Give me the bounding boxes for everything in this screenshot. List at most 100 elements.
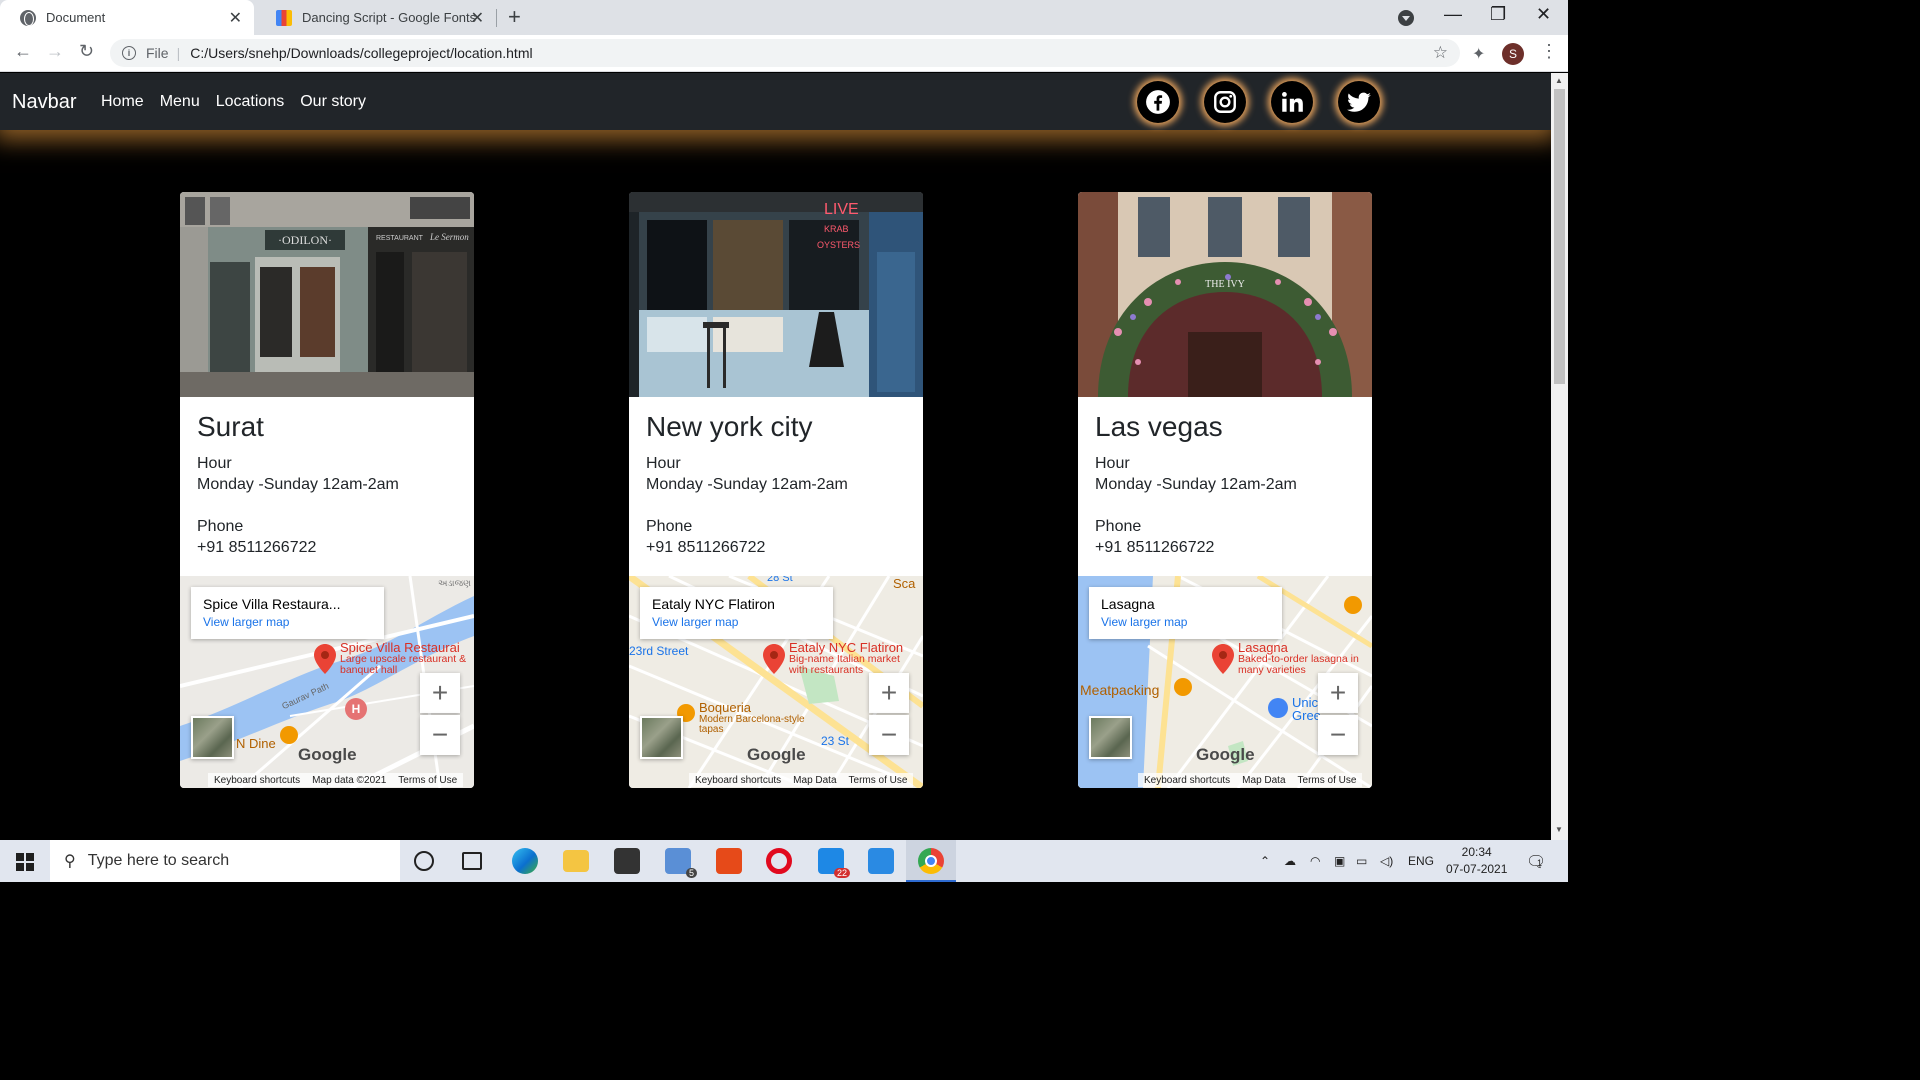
map-pin-description: Baked-to-order lasagna in many varieties	[1238, 653, 1359, 676]
tab-separator	[496, 9, 497, 27]
terms-of-use-link[interactable]: Terms of Use	[849, 775, 908, 786]
nav-link-home[interactable]: Home	[101, 93, 144, 111]
subway-station-label: 23 St	[821, 734, 850, 748]
satellite-toggle-button[interactable]	[191, 716, 234, 759]
svg-text:LIVE: LIVE	[824, 201, 859, 218]
instagram-icon[interactable]	[1204, 81, 1246, 123]
forward-arrow-icon[interactable]: →	[46, 41, 64, 62]
scroll-up-arrow-icon[interactable]: ▲	[1555, 76, 1563, 85]
mail-icon[interactable]: 5	[665, 848, 697, 878]
task-view-icon[interactable]	[462, 852, 482, 870]
site-navbar: Navbar Home Menu Locations Our story	[0, 73, 1551, 130]
volume-icon[interactable]: ◁)	[1380, 854, 1393, 868]
tab-google-fonts[interactable]: Dancing Script - Google Fonts ✕	[256, 0, 496, 35]
nav-link-locations[interactable]: Locations	[216, 93, 285, 111]
url-text[interactable]: C:/Users/snehp/Downloads/collegeproject/…	[190, 45, 532, 61]
address-bar[interactable]: i File | C:/Users/snehp/Downloads/colleg…	[110, 39, 1460, 67]
map-pin-icon[interactable]	[314, 644, 336, 674]
new-tab-button[interactable]: +	[508, 4, 521, 30]
chrome-taskbar-button[interactable]	[906, 840, 956, 882]
satellite-toggle-button[interactable]	[1089, 716, 1132, 759]
zoom-in-button[interactable]: +	[420, 673, 460, 713]
notifications-icon[interactable]: 🗨 1	[1526, 852, 1546, 872]
linkedin-icon[interactable]	[1271, 81, 1313, 123]
map-place-label: Sca	[893, 576, 916, 591]
keyboard-shortcuts-link[interactable]: Keyboard shortcuts	[695, 775, 781, 786]
facebook-icon[interactable]	[1137, 81, 1179, 123]
map-attribution: Keyboard shortcuts Map data ©2021 Terms …	[208, 773, 464, 787]
view-larger-map-link[interactable]: View larger map	[652, 615, 833, 629]
restaurant-map-icon	[1174, 678, 1192, 696]
app-icon[interactable]: 22	[818, 848, 850, 878]
browser-menu-icon[interactable]: ⋮	[1540, 41, 1558, 62]
restore-button[interactable]: ❐	[1490, 4, 1506, 25]
zoom-out-button[interactable]: −	[1318, 715, 1358, 755]
embedded-map[interactable]: Spice Villa Restaura... View larger map …	[180, 576, 474, 788]
profile-avatar[interactable]: S	[1502, 43, 1524, 65]
file-explorer-icon[interactable]	[563, 850, 589, 872]
terms-of-use-link[interactable]: Terms of Use	[398, 775, 457, 786]
map-data-text[interactable]: Map Data	[1242, 775, 1285, 786]
vscode-icon[interactable]	[868, 848, 894, 874]
view-larger-map-link[interactable]: View larger map	[1101, 615, 1282, 629]
keyboard-shortcuts-link[interactable]: Keyboard shortcuts	[1144, 775, 1230, 786]
taskbar-search-box[interactable]: ⚲ Type here to search	[50, 840, 400, 882]
map-place-label-line: Gree	[1292, 708, 1321, 723]
device-icon[interactable]: ▣	[1334, 854, 1345, 868]
mail-badge: 5	[685, 868, 697, 878]
map-pin-label: Spice Villa Restaurai Large upscale rest…	[340, 641, 470, 675]
opera-icon[interactable]	[766, 848, 792, 874]
location-card-new-york-city: LIVE KRAB OYSTERS New york city Hour Mon…	[629, 192, 923, 788]
phone-label: Phone	[197, 518, 244, 535]
cortana-icon[interactable]	[414, 851, 434, 871]
navbar-brand[interactable]: Navbar	[12, 91, 76, 114]
embedded-map[interactable]: Lasagna View larger map Lasagna Baked-to…	[1078, 576, 1372, 788]
info-icon[interactable]: i	[122, 46, 136, 60]
zoom-in-button[interactable]: +	[869, 673, 909, 713]
minimize-button[interactable]: —	[1444, 4, 1462, 25]
keyboard-shortcuts-link[interactable]: Keyboard shortcuts	[214, 775, 300, 786]
map-place-label: Boqueria	[699, 700, 752, 715]
satellite-toggle-button[interactable]	[640, 716, 683, 759]
close-tab-icon[interactable]: ✕	[471, 8, 484, 28]
map-pin-label: Lasagna Baked-to-order lasagna in many v…	[1238, 641, 1363, 675]
close-window-button[interactable]: ✕	[1536, 4, 1551, 25]
map-data-text[interactable]: Map Data	[793, 775, 836, 786]
extensions-puzzle-icon[interactable]: ✦	[1472, 44, 1485, 64]
edge-browser-icon[interactable]	[512, 848, 538, 874]
zoom-out-button[interactable]: −	[420, 715, 460, 755]
nav-link-our-story[interactable]: Our story	[300, 93, 366, 111]
clock-time: 20:34	[1461, 845, 1492, 859]
store-icon[interactable]	[614, 848, 640, 874]
office-icon[interactable]	[716, 848, 742, 874]
phone-value: +91 8511266722	[646, 539, 766, 556]
onedrive-icon[interactable]: ☁	[1284, 854, 1296, 868]
scroll-down-arrow-icon[interactable]: ▼	[1555, 825, 1563, 834]
windows-start-icon[interactable]	[16, 853, 34, 871]
reload-icon[interactable]: ↻	[79, 41, 94, 62]
twitter-icon[interactable]	[1338, 81, 1380, 123]
page-scrollbar[interactable]: ▲ ▼	[1551, 73, 1568, 840]
map-pin-icon[interactable]	[1212, 644, 1234, 674]
close-tab-icon[interactable]: ✕	[229, 8, 242, 28]
zoom-in-button[interactable]: +	[1318, 673, 1358, 713]
scrollbar-thumb[interactable]	[1554, 89, 1565, 384]
nav-link-menu[interactable]: Menu	[160, 93, 200, 111]
zoom-out-button[interactable]: −	[869, 715, 909, 755]
map-pin-icon[interactable]	[763, 644, 785, 674]
terms-of-use-link[interactable]: Terms of Use	[1298, 775, 1357, 786]
tray-chevron-icon[interactable]: ⌃	[1260, 854, 1270, 868]
view-larger-map-link[interactable]: View larger map	[203, 615, 384, 629]
system-clock[interactable]: 20:34 07-07-2021	[1446, 844, 1507, 878]
tab-document[interactable]: Document ✕	[0, 0, 254, 35]
svg-text:KRAB: KRAB	[824, 224, 849, 234]
back-arrow-icon[interactable]: ←	[14, 41, 32, 62]
subway-station-label: 28 St	[767, 576, 793, 584]
tab-search-icon[interactable]	[1398, 10, 1414, 26]
wifi-icon[interactable]: ◠	[1310, 854, 1320, 868]
globe-icon	[20, 9, 36, 26]
bookmark-star-icon[interactable]: ☆	[1433, 43, 1448, 63]
battery-icon[interactable]: ▭	[1356, 854, 1367, 868]
language-indicator[interactable]: ENG	[1408, 854, 1434, 868]
embedded-map[interactable]: Eataly NYC Flatiron View larger map Eata…	[629, 576, 923, 788]
